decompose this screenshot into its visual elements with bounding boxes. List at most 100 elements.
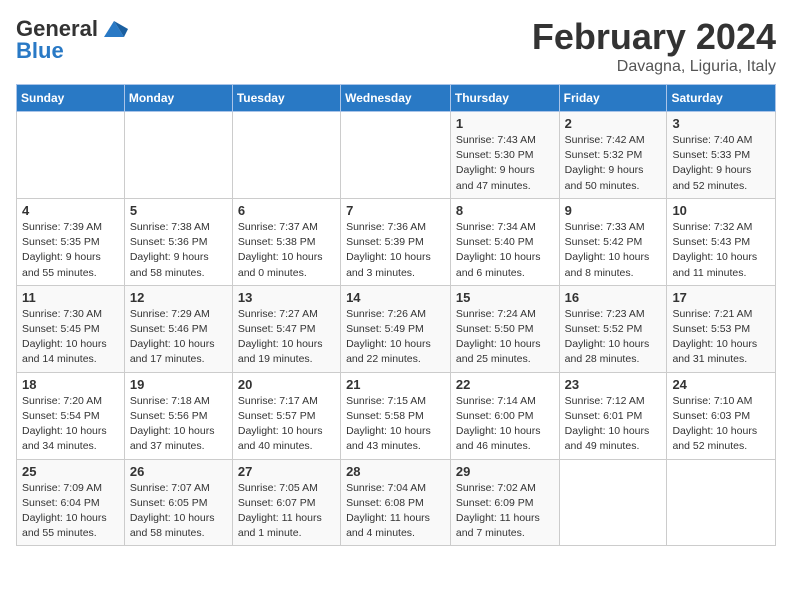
calendar-cell: 28 Sunrise: 7:04 AM Sunset: 6:08 PM Dayli… — [341, 459, 451, 546]
day-info: Sunrise: 7:05 AM Sunset: 6:07 PM Dayligh… — [238, 481, 335, 542]
day-info: Sunrise: 7:07 AM Sunset: 6:05 PM Dayligh… — [130, 481, 227, 542]
calendar-week-3: 11 Sunrise: 7:30 AM Sunset: 5:45 PM Dayli… — [17, 285, 776, 372]
calendar-cell: 8 Sunrise: 7:34 AM Sunset: 5:40 PM Daylig… — [450, 198, 559, 285]
day-number: 13 — [238, 290, 335, 305]
header-day-tuesday: Tuesday — [232, 85, 340, 112]
calendar-cell: 16 Sunrise: 7:23 AM Sunset: 5:52 PM Dayli… — [559, 285, 667, 372]
header-day-saturday: Saturday — [667, 85, 776, 112]
calendar-cell: 17 Sunrise: 7:21 AM Sunset: 5:53 PM Dayli… — [667, 285, 776, 372]
day-number: 9 — [565, 203, 662, 218]
day-info: Sunrise: 7:14 AM Sunset: 6:00 PM Dayligh… — [456, 394, 554, 455]
calendar-cell: 23Sunrise: 7:12 AM Sunset: 6:01 PM Dayli… — [559, 372, 667, 459]
calendar-cell: 19Sunrise: 7:18 AM Sunset: 5:56 PM Dayli… — [124, 372, 232, 459]
day-info: Sunrise: 7:33 AM Sunset: 5:42 PM Dayligh… — [565, 220, 662, 281]
calendar-cell: 25 Sunrise: 7:09 AM Sunset: 6:04 PM Dayli… — [17, 459, 125, 546]
header-day-monday: Monday — [124, 85, 232, 112]
day-number: 5 — [130, 203, 227, 218]
day-number: 22 — [456, 377, 554, 392]
header-day-sunday: Sunday — [17, 85, 125, 112]
day-info: Sunrise: 7:30 AM Sunset: 5:45 PM Dayligh… — [22, 307, 119, 368]
calendar-cell: 6 Sunrise: 7:37 AM Sunset: 5:38 PM Daylig… — [232, 198, 340, 285]
calendar-cell — [667, 459, 776, 546]
day-number: 7 — [346, 203, 445, 218]
day-number: 24 — [672, 377, 770, 392]
day-info: Sunrise: 7:40 AM Sunset: 5:33 PM Dayligh… — [672, 133, 770, 194]
day-info: Sunrise: 7:43 AM Sunset: 5:30 PM Dayligh… — [456, 133, 554, 194]
day-number: 10 — [672, 203, 770, 218]
day-info: Sunrise: 7:12 AM Sunset: 6:01 PM Dayligh… — [565, 394, 662, 455]
day-number: 16 — [565, 290, 662, 305]
day-info: Sunrise: 7:23 AM Sunset: 5:52 PM Dayligh… — [565, 307, 662, 368]
day-info: Sunrise: 7:02 AM Sunset: 6:09 PM Dayligh… — [456, 481, 554, 542]
day-info: Sunrise: 7:17 AM Sunset: 5:57 PM Dayligh… — [238, 394, 335, 455]
day-info: Sunrise: 7:24 AM Sunset: 5:50 PM Dayligh… — [456, 307, 554, 368]
day-number: 17 — [672, 290, 770, 305]
calendar-cell: 15 Sunrise: 7:24 AM Sunset: 5:50 PM Dayli… — [450, 285, 559, 372]
day-info: Sunrise: 7:37 AM Sunset: 5:38 PM Dayligh… — [238, 220, 335, 281]
header-day-thursday: Thursday — [450, 85, 559, 112]
calendar-week-2: 4 Sunrise: 7:39 AM Sunset: 5:35 PM Daylig… — [17, 198, 776, 285]
day-info: Sunrise: 7:21 AM Sunset: 5:53 PM Dayligh… — [672, 307, 770, 368]
logo: General Blue — [16, 16, 128, 64]
day-number: 4 — [22, 203, 119, 218]
calendar-cell: 24 Sunrise: 7:10 AM Sunset: 6:03 PM Dayli… — [667, 372, 776, 459]
calendar-cell: 14 Sunrise: 7:26 AM Sunset: 5:49 PM Dayli… — [341, 285, 451, 372]
calendar-header-row: SundayMondayTuesdayWednesdayThursdayFrid… — [17, 85, 776, 112]
day-info: Sunrise: 7:04 AM Sunset: 6:08 PM Dayligh… — [346, 481, 445, 542]
day-number: 20 — [238, 377, 335, 392]
day-number: 29 — [456, 464, 554, 479]
day-number: 3 — [672, 116, 770, 131]
day-number: 28 — [346, 464, 445, 479]
calendar-cell: 21 Sunrise: 7:15 AM Sunset: 5:58 PM Dayli… — [341, 372, 451, 459]
day-number: 19 — [130, 377, 227, 392]
calendar-cell: 2 Sunrise: 7:42 AM Sunset: 5:32 PM Daylig… — [559, 112, 667, 199]
header-day-wednesday: Wednesday — [341, 85, 451, 112]
calendar-cell — [341, 112, 451, 199]
day-number: 26 — [130, 464, 227, 479]
calendar-cell: 3 Sunrise: 7:40 AM Sunset: 5:33 PM Daylig… — [667, 112, 776, 199]
day-number: 18 — [22, 377, 119, 392]
day-info: Sunrise: 7:39 AM Sunset: 5:35 PM Dayligh… — [22, 220, 119, 281]
calendar-cell: 22 Sunrise: 7:14 AM Sunset: 6:00 PM Dayli… — [450, 372, 559, 459]
calendar-cell: 10 Sunrise: 7:32 AM Sunset: 5:43 PM Dayli… — [667, 198, 776, 285]
calendar-cell: 1 Sunrise: 7:43 AM Sunset: 5:30 PM Daylig… — [450, 112, 559, 199]
page-header: General Blue February 2024 Davagna, Ligu… — [16, 16, 776, 76]
calendar-cell: 13 Sunrise: 7:27 AM Sunset: 5:47 PM Dayli… — [232, 285, 340, 372]
day-info: Sunrise: 7:15 AM Sunset: 5:58 PM Dayligh… — [346, 394, 445, 455]
day-number: 8 — [456, 203, 554, 218]
calendar-week-5: 25 Sunrise: 7:09 AM Sunset: 6:04 PM Dayli… — [17, 459, 776, 546]
calendar-cell: 5Sunrise: 7:38 AM Sunset: 5:36 PM Daylig… — [124, 198, 232, 285]
day-info: Sunrise: 7:26 AM Sunset: 5:49 PM Dayligh… — [346, 307, 445, 368]
day-info: Sunrise: 7:32 AM Sunset: 5:43 PM Dayligh… — [672, 220, 770, 281]
calendar-cell — [17, 112, 125, 199]
calendar-cell: 7 Sunrise: 7:36 AM Sunset: 5:39 PM Daylig… — [341, 198, 451, 285]
day-number: 14 — [346, 290, 445, 305]
day-info: Sunrise: 7:10 AM Sunset: 6:03 PM Dayligh… — [672, 394, 770, 455]
day-number: 11 — [22, 290, 119, 305]
day-info: Sunrise: 7:42 AM Sunset: 5:32 PM Dayligh… — [565, 133, 662, 194]
calendar-week-1: 1 Sunrise: 7:43 AM Sunset: 5:30 PM Daylig… — [17, 112, 776, 199]
day-info: Sunrise: 7:09 AM Sunset: 6:04 PM Dayligh… — [22, 481, 119, 542]
calendar-cell — [232, 112, 340, 199]
day-info: Sunrise: 7:34 AM Sunset: 5:40 PM Dayligh… — [456, 220, 554, 281]
day-number: 1 — [456, 116, 554, 131]
day-number: 25 — [22, 464, 119, 479]
day-info: Sunrise: 7:36 AM Sunset: 5:39 PM Dayligh… — [346, 220, 445, 281]
day-number: 15 — [456, 290, 554, 305]
calendar-title: February 2024 — [532, 16, 776, 58]
day-number: 21 — [346, 377, 445, 392]
day-info: Sunrise: 7:20 AM Sunset: 5:54 PM Dayligh… — [22, 394, 119, 455]
calendar-cell: 20 Sunrise: 7:17 AM Sunset: 5:57 PM Dayli… — [232, 372, 340, 459]
calendar-cell: 26 Sunrise: 7:07 AM Sunset: 6:05 PM Dayli… — [124, 459, 232, 546]
calendar-cell: 4 Sunrise: 7:39 AM Sunset: 5:35 PM Daylig… — [17, 198, 125, 285]
logo-icon — [100, 19, 128, 39]
day-number: 6 — [238, 203, 335, 218]
day-info: Sunrise: 7:27 AM Sunset: 5:47 PM Dayligh… — [238, 307, 335, 368]
day-number: 2 — [565, 116, 662, 131]
calendar-subtitle: Davagna, Liguria, Italy — [532, 58, 776, 76]
day-info: Sunrise: 7:29 AM Sunset: 5:46 PM Dayligh… — [130, 307, 227, 368]
calendar-week-4: 18 Sunrise: 7:20 AM Sunset: 5:54 PM Dayli… — [17, 372, 776, 459]
calendar-cell — [124, 112, 232, 199]
calendar-table: SundayMondayTuesdayWednesdayThursdayFrid… — [16, 84, 776, 546]
calendar-cell: 27Sunrise: 7:05 AM Sunset: 6:07 PM Dayli… — [232, 459, 340, 546]
